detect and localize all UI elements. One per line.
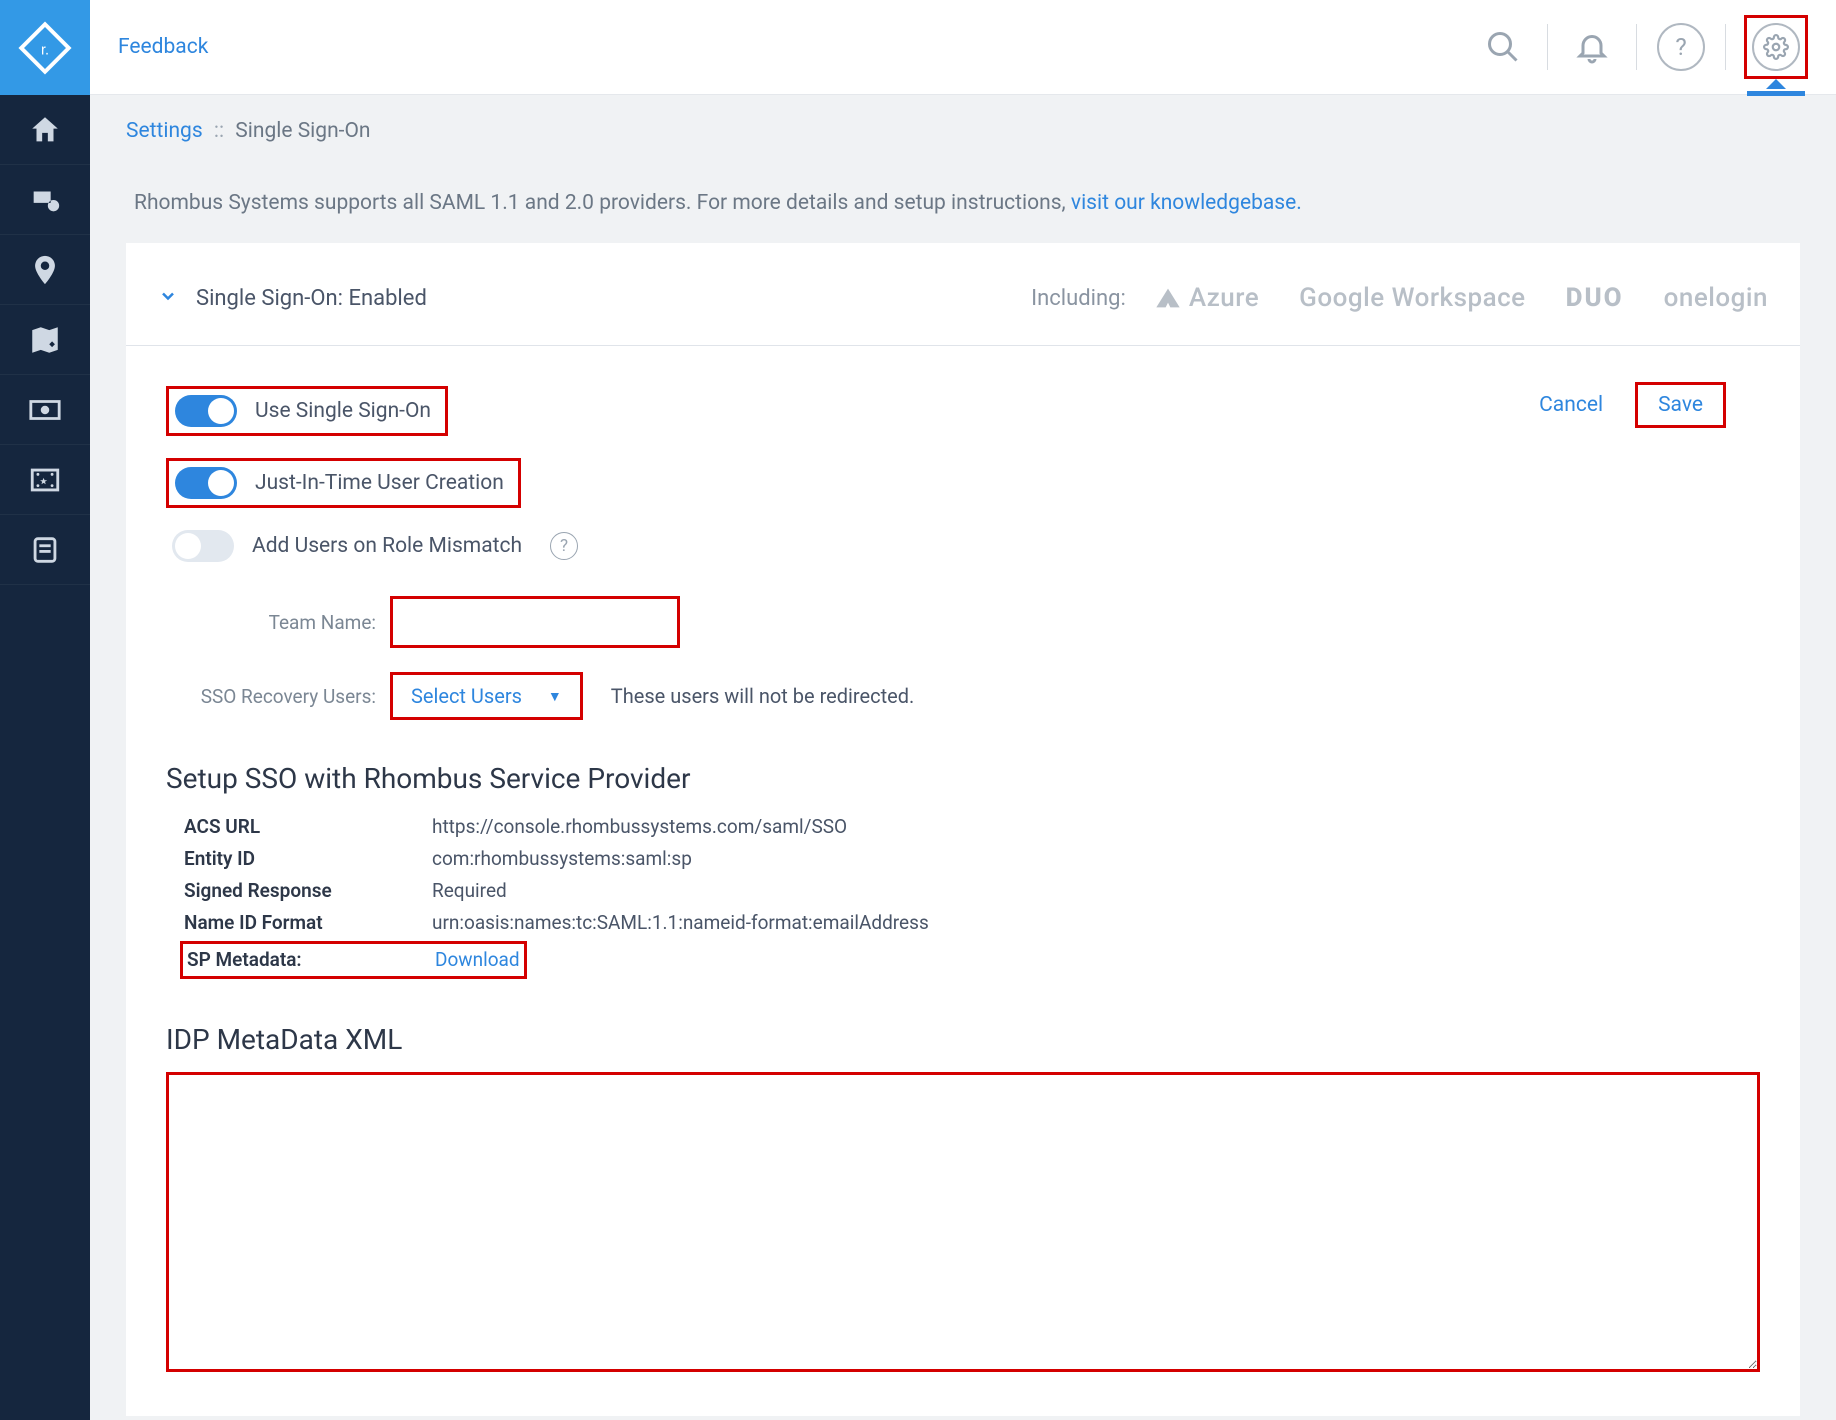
- info-text: Rhombus Systems supports all SAML 1.1 an…: [126, 151, 1800, 243]
- breadcrumb-sep: ::: [214, 119, 224, 143]
- nav-docs[interactable]: [0, 515, 90, 585]
- acs-url-val: https://console.rhombussystems.com/saml/…: [432, 811, 847, 843]
- duo-logo: DUO: [1566, 283, 1624, 313]
- help-icon[interactable]: ?: [1655, 21, 1707, 73]
- acs-url-key: ACS URL: [184, 811, 404, 843]
- nameid-format-key: Name ID Format: [184, 907, 404, 939]
- role-mismatch-row: Add Users on Role Mismatch ?: [166, 530, 1760, 562]
- nav-money[interactable]: [0, 375, 90, 445]
- divider: [126, 345, 1800, 346]
- nav-video[interactable]: [0, 445, 90, 515]
- entity-id-key: Entity ID: [184, 843, 404, 875]
- select-placeholder: Select Users: [411, 684, 522, 708]
- use-sso-label: Use Single Sign-On: [255, 399, 431, 423]
- breadcrumb-current: Single Sign-On: [235, 119, 370, 143]
- knowledgebase-link[interactable]: visit our knowledgebase.: [1071, 191, 1302, 215]
- info-prefix: Rhombus Systems supports all SAML 1.1 an…: [134, 191, 1071, 215]
- role-mismatch-label: Add Users on Role Mismatch: [252, 534, 522, 558]
- nav-home[interactable]: [0, 95, 90, 165]
- bell-icon[interactable]: [1566, 21, 1618, 73]
- entity-id-val: com:rhombussystems:saml:sp: [432, 843, 692, 875]
- active-caret: [1766, 79, 1786, 89]
- chevron-down-icon[interactable]: [158, 286, 178, 310]
- cancel-button[interactable]: Cancel: [1533, 383, 1609, 427]
- feedback-link[interactable]: Feedback: [118, 35, 208, 59]
- sidebar: r.: [0, 0, 90, 1420]
- search-icon[interactable]: [1477, 21, 1529, 73]
- jit-toggle[interactable]: [175, 467, 237, 499]
- topbar: Feedback ?: [90, 0, 1836, 95]
- nav-map[interactable]: [0, 305, 90, 375]
- breadcrumb: Settings :: Single Sign-On: [90, 95, 1836, 151]
- sp-metadata-row-highlighted: SP Metadata: Download: [180, 941, 527, 979]
- sp-section-title: Setup SSO with Rhombus Service Provider: [166, 762, 1760, 795]
- recovery-users-select[interactable]: Select Users ▼: [390, 672, 583, 720]
- sp-metadata-key: SP Metadata:: [187, 944, 407, 976]
- signed-response-key: Signed Response: [184, 875, 404, 907]
- divider: [1636, 24, 1637, 70]
- azure-logo: Azure: [1154, 283, 1259, 313]
- settings-gear-highlighted: [1744, 15, 1808, 79]
- google-workspace-logo: Google Workspace: [1299, 283, 1525, 313]
- active-underline: [1747, 91, 1805, 96]
- nameid-format-val: urn:oasis:names:tc:SAML:1.1:nameid-forma…: [432, 907, 929, 939]
- divider: [1547, 24, 1548, 70]
- idp-section-title: IDP MetaData XML: [166, 1023, 1760, 1056]
- use-sso-row-highlighted: Use Single Sign-On: [166, 386, 448, 436]
- sp-metadata-download-link[interactable]: Download: [435, 944, 520, 976]
- save-button[interactable]: Save: [1635, 382, 1726, 428]
- provider-logos: Azure Google Workspace DUO onelogin: [1154, 283, 1768, 313]
- onelogin-logo: onelogin: [1664, 283, 1768, 313]
- jit-label: Just-In-Time User Creation: [255, 471, 504, 495]
- sso-card: Single Sign-On: Enabled Including: Azure…: [126, 243, 1800, 1416]
- use-sso-toggle[interactable]: [175, 395, 237, 427]
- help-tooltip-icon[interactable]: ?: [550, 532, 578, 560]
- idp-metadata-textarea[interactable]: [166, 1072, 1760, 1372]
- recovery-users-label: SSO Recovery Users:: [186, 685, 376, 708]
- nav-devices[interactable]: [0, 165, 90, 235]
- signed-response-val: Required: [432, 875, 507, 907]
- nav-location[interactable]: [0, 235, 90, 305]
- role-mismatch-toggle[interactable]: [172, 530, 234, 562]
- divider: [1725, 24, 1726, 70]
- team-name-input[interactable]: [390, 596, 680, 648]
- including-label: Including:: [1031, 286, 1126, 311]
- svg-text:r.: r.: [41, 42, 49, 58]
- recovery-helper: These users will not be redirected.: [611, 684, 915, 708]
- chevron-down-icon: ▼: [548, 688, 562, 705]
- breadcrumb-settings[interactable]: Settings: [126, 119, 203, 143]
- brand-logo[interactable]: r.: [0, 0, 90, 95]
- gear-icon[interactable]: [1750, 21, 1802, 73]
- team-name-label: Team Name:: [186, 611, 376, 634]
- jit-row-highlighted: Just-In-Time User Creation: [166, 458, 521, 508]
- sso-status-title: Single Sign-On: Enabled: [196, 286, 427, 311]
